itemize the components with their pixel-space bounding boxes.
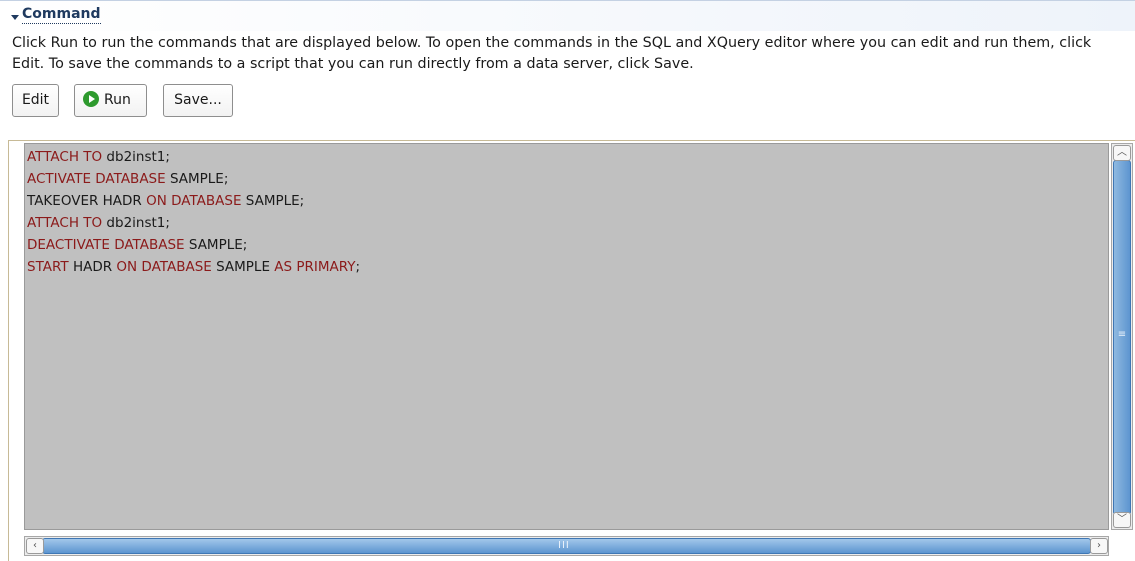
code-keyword: START <box>27 259 69 275</box>
horizontal-grip-icon: III <box>558 540 570 551</box>
code-text: TAKEOVER HADR <box>27 193 147 209</box>
edit-button-label: Edit <box>21 92 50 108</box>
code-line: TAKEOVER HADR ON DATABASE SAMPLE; <box>27 190 360 212</box>
code-keyword: DEACTIVATE DATABASE <box>27 237 185 253</box>
section-title[interactable]: Command <box>22 6 101 24</box>
chevron-down-icon[interactable]: ﹀ <box>1113 512 1131 528</box>
code-text: SAMPLE; <box>184 237 248 253</box>
command-code: ATTACH TO db2inst1; ACTIVATE DATABASE SAM… <box>27 146 360 278</box>
code-text: ; <box>355 259 361 275</box>
code-line: ATTACH TO db2inst1; <box>27 146 360 168</box>
save-button-label: Save... <box>174 92 222 108</box>
command-text-area[interactable]: ATTACH TO db2inst1; ACTIVATE DATABASE SAM… <box>24 143 1109 530</box>
edit-button[interactable]: Edit <box>12 84 59 117</box>
run-button-label: Run <box>104 92 131 108</box>
code-text: SAMPLE; <box>165 171 229 187</box>
code-line: DEACTIVATE DATABASE SAMPLE; <box>27 234 360 256</box>
triangle-down-icon[interactable] <box>11 15 19 20</box>
chevron-left-icon[interactable]: ‹ <box>26 538 44 554</box>
code-keyword: ATTACH TO <box>27 149 103 165</box>
code-keyword: ON DATABASE <box>116 259 212 275</box>
code-line: START HADR ON DATABASE SAMPLE AS PRIMARY… <box>27 256 360 278</box>
code-text: SAMPLE; <box>241 193 305 209</box>
code-line: ACTIVATE DATABASE SAMPLE; <box>27 168 360 190</box>
save-button[interactable]: Save... <box>163 84 233 117</box>
vertical-grip-icon: ≡ <box>1117 329 1127 340</box>
command-section-header[interactable]: Command <box>0 0 1135 31</box>
play-circle-icon <box>83 91 99 107</box>
command-description: Click Run to run the commands that are d… <box>12 35 1092 72</box>
run-button[interactable]: Run <box>74 84 147 117</box>
code-text: db2inst1; <box>102 149 170 165</box>
code-text: HADR <box>68 259 117 275</box>
chevron-up-icon[interactable]: ︿ <box>1113 145 1131 161</box>
code-keyword: AS PRIMARY <box>274 259 356 275</box>
code-text: SAMPLE <box>211 259 275 275</box>
code-keyword: ATTACH TO <box>27 215 103 231</box>
code-text: db2inst1; <box>102 215 170 231</box>
code-line: ATTACH TO db2inst1; <box>27 212 360 234</box>
chevron-right-icon[interactable]: › <box>1090 538 1108 554</box>
code-keyword: ACTIVATE DATABASE <box>27 171 166 187</box>
code-keyword: ON DATABASE <box>146 193 242 209</box>
